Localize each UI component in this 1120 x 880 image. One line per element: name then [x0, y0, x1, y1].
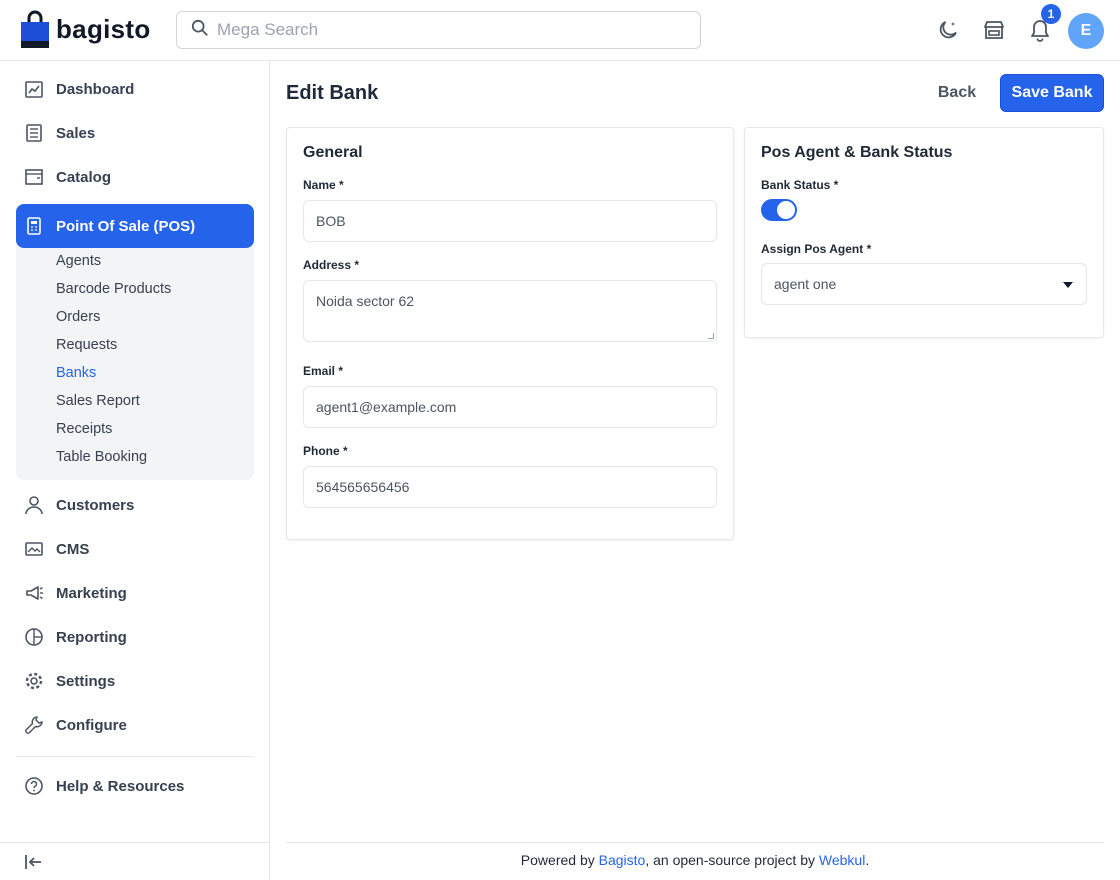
sidebar-item-label: Dashboard [56, 80, 135, 98]
reporting-icon [24, 627, 44, 647]
search-icon [191, 19, 209, 42]
bank-status-label: Bank Status * [761, 178, 839, 192]
sidebar-item-sales[interactable]: Sales [16, 111, 254, 155]
toggle-knob [777, 201, 795, 219]
phone-field[interactable]: 564565656456 [303, 466, 717, 508]
sidebar-item-label: Settings [56, 672, 116, 690]
sidebar-item-help[interactable]: Help & Resources [16, 764, 254, 808]
bank-status-toggle[interactable] [761, 199, 797, 221]
sidebar-subitem-requests[interactable]: Requests [56, 337, 117, 353]
cms-icon [24, 539, 44, 559]
dashboard-icon [24, 79, 44, 99]
name-value: BOB [316, 213, 346, 229]
sidebar-item-label: Help & Resources [56, 777, 185, 795]
footer-middle: , an open-source project by [645, 852, 819, 868]
mega-search-input[interactable]: Mega Search [176, 11, 701, 49]
sidebar-item-cms[interactable]: CMS [16, 527, 254, 571]
email-label: Email * [303, 364, 344, 378]
back-button[interactable]: Back [928, 76, 986, 110]
marketing-icon [24, 583, 44, 603]
status-card-title: Pos Agent & Bank Status [761, 144, 953, 161]
sales-icon [24, 123, 44, 143]
pos-agent-status-card: Pos Agent & Bank Status Bank Status * As… [744, 127, 1104, 338]
save-bank-button[interactable]: Save Bank [1000, 74, 1104, 112]
email-field[interactable]: agent1@example.com [303, 386, 717, 428]
general-card-title: General [303, 144, 363, 161]
settings-icon [24, 671, 44, 691]
sidebar-item-label: Catalog [56, 168, 112, 186]
sidebar-item-label: Reporting [56, 628, 127, 646]
catalog-icon [24, 167, 44, 187]
footer-prefix: Powered by [520, 852, 599, 868]
general-card: General Name * BOB Address * Noida secto… [286, 127, 734, 540]
phone-value: 564565656456 [316, 479, 410, 495]
assign-agent-value: agent one [774, 276, 837, 292]
sidebar-subitem-table-booking[interactable]: Table Booking [56, 449, 147, 465]
assign-agent-select[interactable]: agent one [761, 263, 1087, 305]
address-field[interactable]: Noida sector 62 [303, 280, 717, 342]
pos-icon [24, 216, 44, 236]
sidebar-item-label: CMS [56, 540, 90, 558]
resize-handle-icon[interactable] [708, 333, 714, 339]
sidebar-item-label: Marketing [56, 584, 127, 602]
footer-suffix: . [865, 852, 870, 868]
collapse-sidebar-icon[interactable] [22, 851, 44, 873]
sidebar-item-dashboard[interactable]: Dashboard [16, 67, 254, 111]
phone-label: Phone * [303, 444, 348, 458]
sidebar-subitem-agents[interactable]: Agents [56, 253, 101, 269]
bag-logo-icon [20, 10, 50, 48]
sidebar-item-label: Sales [56, 124, 96, 142]
assign-agent-label: Assign Pos Agent * [761, 242, 872, 256]
sidebar-subitem-banks[interactable]: Banks [56, 365, 96, 381]
storefront-icon[interactable] [981, 17, 1007, 43]
notification-count-badge: 1 [1041, 4, 1061, 24]
sidebar-item-customers[interactable]: Customers [16, 483, 254, 527]
user-avatar[interactable]: E [1068, 13, 1104, 49]
page-title: Edit Bank [286, 82, 379, 104]
customers-icon [24, 495, 44, 515]
sidebar-subitem-sales-report[interactable]: Sales Report [56, 393, 140, 409]
bagisto-link[interactable]: Bagisto [599, 852, 646, 868]
sidebar-subitem-orders[interactable]: Orders [56, 309, 100, 325]
sidebar-item-settings[interactable]: Settings [16, 659, 254, 703]
sidebar-item-label: Customers [56, 496, 135, 514]
sidebar-item-catalog[interactable]: Catalog [16, 155, 254, 199]
sidebar-divider [16, 756, 254, 757]
logo-text: bagisto [56, 13, 151, 44]
dark-mode-icon[interactable] [935, 17, 961, 43]
logo[interactable]: bagisto [20, 10, 151, 48]
name-field[interactable]: BOB [303, 200, 717, 242]
search-placeholder: Mega Search [217, 20, 319, 39]
name-label: Name * [303, 178, 344, 192]
webkul-link[interactable]: Webkul [819, 852, 865, 868]
email-value: agent1@example.com [316, 399, 457, 415]
sidebar-item-reporting[interactable]: Reporting [16, 615, 254, 659]
address-label: Address * [303, 258, 360, 272]
sidebar-item-marketing[interactable]: Marketing [16, 571, 254, 615]
sidebar-item-label: Point Of Sale (POS) [56, 217, 196, 235]
address-value: Noida sector 62 [316, 293, 415, 309]
sidebar-bottom-divider [0, 842, 270, 843]
sidebar-subitem-barcode-products[interactable]: Barcode Products [56, 281, 171, 297]
sidebar-item-configure[interactable]: Configure [16, 703, 254, 747]
caret-down-icon [1062, 276, 1074, 292]
sidebar-item-label: Configure [56, 716, 127, 734]
top-header: bagisto Mega Search 1 E [0, 0, 1120, 61]
footer: Powered by Bagisto, an open-source proje… [286, 852, 1104, 868]
sidebar-item-pos[interactable]: Point Of Sale (POS) [16, 204, 254, 248]
footer-divider [286, 842, 1104, 843]
help-icon [24, 776, 44, 796]
sidebar-subitem-receipts[interactable]: Receipts [56, 421, 112, 437]
wrench-icon [24, 715, 44, 735]
